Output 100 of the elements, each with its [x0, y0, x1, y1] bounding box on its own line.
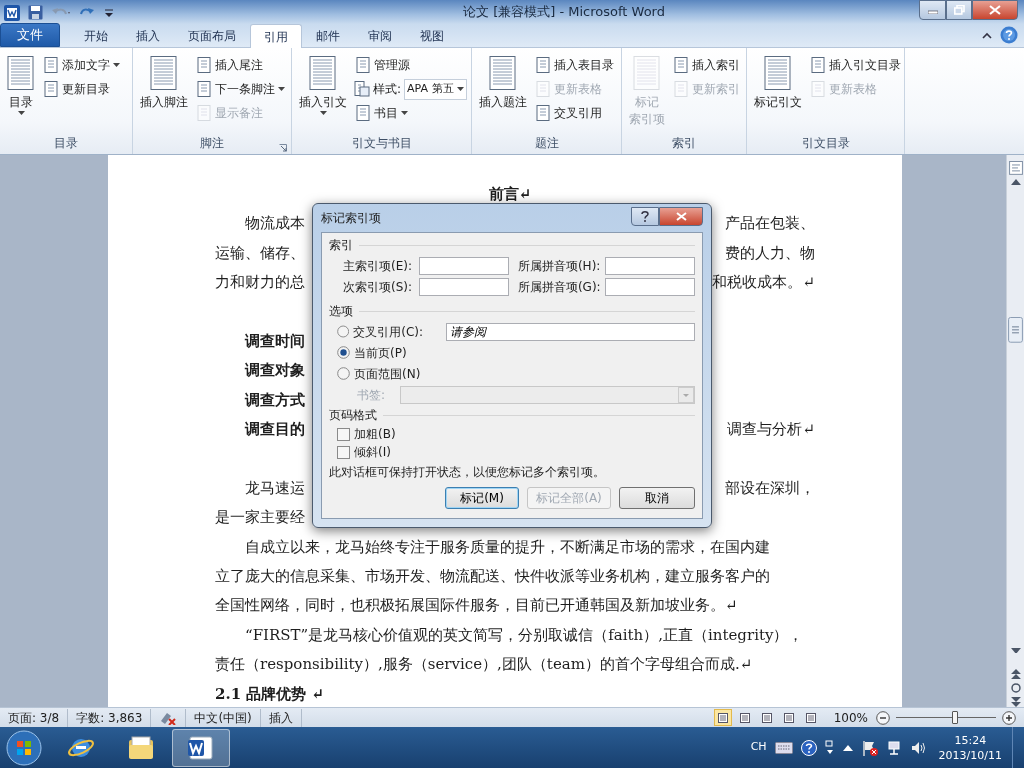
ruler-toggle-icon[interactable]: [1008, 161, 1023, 175]
dialog-button[interactable]: 标记(M): [445, 487, 519, 509]
help-button[interactable]: [631, 206, 659, 226]
heading-text: 前言↵: [488, 184, 532, 205]
ribbon-large-button[interactable]: 目录: [4, 54, 38, 132]
view-icon: [804, 711, 817, 724]
ribbon-button[interactable]: 插入引文目录: [809, 54, 903, 76]
word-icon[interactable]: [4, 4, 20, 21]
checkbox[interactable]: [337, 445, 350, 459]
ribbon-button[interactable]: 添加文字: [42, 54, 122, 76]
ribbon-large-button[interactable]: 插入脚注: [137, 54, 191, 132]
clock-date[interactable]: 2013/10/11: [938, 747, 1002, 763]
folder-icon: [127, 733, 155, 762]
radio-button[interactable]: [337, 346, 350, 359]
document-icon: [811, 81, 826, 97]
ribbon-button[interactable]: 书目: [354, 102, 467, 124]
dialog-button[interactable]: 取消: [619, 487, 695, 509]
flag-icon[interactable]: [860, 738, 879, 757]
zoom-slider[interactable]: [896, 710, 996, 725]
status-text[interactable]: 中文(中国): [186, 708, 261, 727]
ribbon-tab[interactable]: 审阅: [354, 24, 406, 47]
ribbon-tab[interactable]: 视图: [406, 24, 458, 47]
file-tab[interactable]: 文件: [0, 23, 60, 47]
save-icon[interactable]: [28, 5, 43, 20]
ribbon-large-button[interactable]: 标记引文: [751, 54, 805, 132]
ribbon-tab[interactable]: 页面布局: [174, 24, 250, 47]
language-indicator[interactable]: CH: [750, 739, 767, 756]
proofing-icon[interactable]: [159, 711, 178, 725]
ribbon-button[interactable]: 插入尾注: [195, 54, 287, 76]
start-icon[interactable]: [6, 729, 42, 766]
slider-thumb[interactable]: [952, 710, 959, 724]
close-button[interactable]: [972, 0, 1018, 20]
scroll-thumb[interactable]: [1008, 317, 1023, 343]
keyboard-icon[interactable]: [774, 741, 793, 754]
ribbon-tab[interactable]: 引用: [250, 24, 302, 48]
view-icon: [760, 711, 773, 724]
taskbar-app[interactable]: [172, 728, 230, 767]
ribbon-large-button[interactable]: 插入引文: [296, 54, 350, 132]
ribbon-button[interactable]: 更新目录: [42, 78, 122, 100]
ribbon-button[interactable]: 下一条脚注: [195, 78, 287, 100]
restore-icon: [953, 5, 965, 15]
group-label: 目录: [54, 135, 78, 152]
document-icon: [811, 57, 826, 73]
style-dropdown[interactable]: APA 第五: [404, 78, 467, 100]
view-icon: [716, 711, 729, 724]
customize-icon[interactable]: [105, 7, 113, 18]
close-button[interactable]: [659, 206, 703, 226]
network-icon[interactable]: [886, 739, 903, 756]
radio-label[interactable]: 交叉引用(C):: [353, 322, 443, 341]
body-text: 力和财力的总: [215, 272, 305, 294]
field-label: 所属拼音项(G):: [517, 278, 602, 296]
show-hidden-icon[interactable]: [842, 744, 853, 751]
ribbon-tab[interactable]: 插入: [122, 24, 174, 47]
checkbox-label[interactable]: 加粗(B): [354, 425, 396, 443]
ribbon-large-button[interactable]: 插入题注: [476, 54, 530, 132]
radio-button[interactable]: [337, 367, 350, 380]
radio-button[interactable]: [337, 325, 350, 338]
status-text[interactable]: 页面: 3/8: [0, 708, 69, 727]
checkbox[interactable]: [337, 427, 350, 441]
previous-page-icon[interactable]: [1010, 669, 1021, 680]
input-field[interactable]: [418, 256, 509, 275]
scroll-down-icon[interactable]: [1010, 647, 1021, 654]
document-icon: [356, 105, 371, 121]
close-icon: [675, 211, 687, 221]
body-text: 调查时间: [243, 330, 305, 352]
radio-label[interactable]: 页面范围(N): [354, 364, 421, 383]
input-field[interactable]: [605, 277, 695, 296]
input-field[interactable]: [418, 277, 509, 296]
input-field[interactable]: [605, 256, 695, 275]
ribbon-tab[interactable]: 开始: [70, 24, 122, 47]
dialog-launcher-icon[interactable]: [279, 143, 287, 152]
status-text[interactable]: 字数: 3,863: [68, 708, 152, 727]
document-icon: [197, 57, 212, 73]
collapse-ribbon-icon[interactable]: [982, 31, 992, 39]
document-icon: [489, 56, 517, 90]
scroll-up-icon[interactable]: [1010, 178, 1021, 185]
view-button[interactable]: [713, 709, 732, 726]
document-icon: [309, 56, 337, 90]
document-icon: [44, 57, 59, 73]
ribbon-button[interactable]: 交叉引用: [534, 102, 616, 124]
help-icon[interactable]: [1000, 26, 1018, 44]
window-switch-icon[interactable]: [824, 739, 835, 756]
ribbon-button[interactable]: 管理源: [354, 54, 467, 76]
minimize-button[interactable]: [919, 0, 946, 20]
zoom-level[interactable]: 100%: [833, 708, 868, 727]
radio-label[interactable]: 当前页(P): [354, 343, 407, 362]
input-field[interactable]: 请参阅: [446, 322, 695, 341]
status-text[interactable]: 插入: [260, 708, 302, 727]
document-icon: [197, 105, 212, 121]
zoom-in-icon[interactable]: [1002, 710, 1016, 725]
ribbon-button[interactable]: 插入表目录: [534, 54, 616, 76]
clock-time[interactable]: 15:24: [954, 732, 987, 748]
browse-object-icon[interactable]: [1010, 683, 1021, 694]
restore-button[interactable]: [946, 0, 972, 20]
zoom-out-icon[interactable]: [876, 710, 890, 725]
document-icon: [536, 57, 551, 73]
ribbon-button[interactable]: 插入索引: [672, 54, 742, 76]
checkbox-label[interactable]: 倾斜(I): [354, 443, 391, 461]
ribbon-tab[interactable]: 邮件: [302, 24, 354, 47]
help-icon[interactable]: [800, 739, 817, 756]
